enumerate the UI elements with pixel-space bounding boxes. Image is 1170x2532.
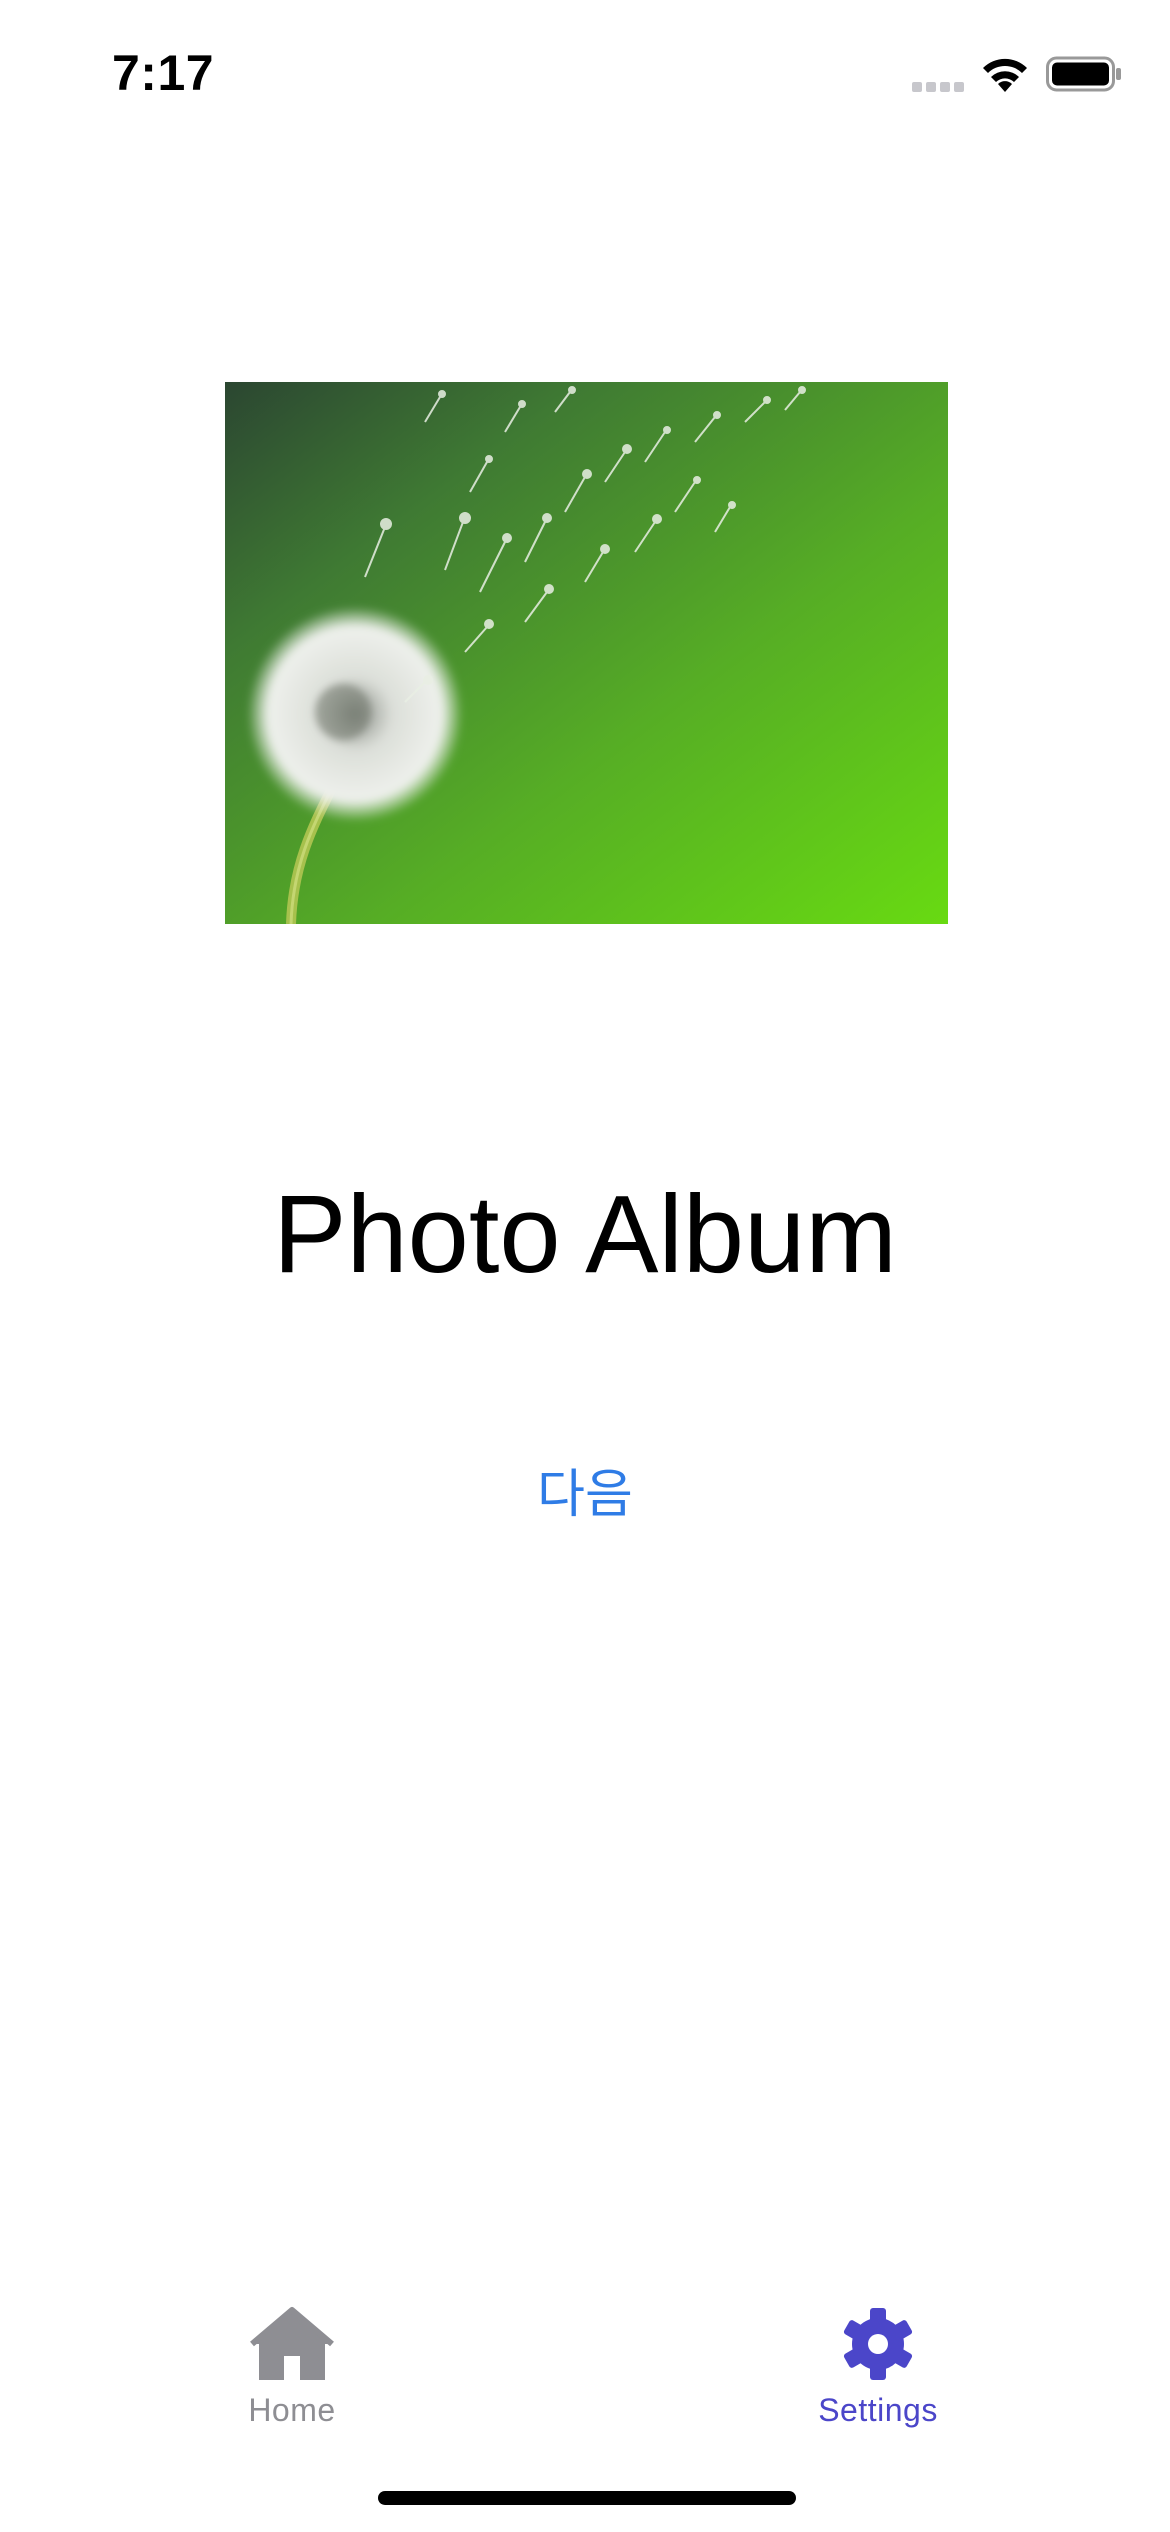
wifi-icon: [983, 58, 1027, 92]
page-title: Photo Album: [273, 1173, 897, 1296]
cellular-signal-icon: [912, 82, 964, 92]
home-indicator[interactable]: [378, 2491, 796, 2505]
status-time: 7:17: [112, 45, 215, 101]
dandelion-photo: [225, 382, 948, 924]
house-icon: [250, 2307, 334, 2380]
tab-settings[interactable]: Settings: [758, 2280, 998, 2440]
battery-icon: [1046, 56, 1121, 92]
tab-home-label: Home: [248, 2392, 336, 2428]
tab-bar: Home Settings: [0, 2280, 1170, 2460]
status-bar: 7:17: [0, 0, 1170, 150]
tab-settings-label: Settings: [818, 2392, 938, 2428]
gear-icon: [843, 2308, 913, 2380]
tab-home[interactable]: Home: [172, 2280, 412, 2440]
next-button[interactable]: 다음: [485, 1455, 685, 1535]
